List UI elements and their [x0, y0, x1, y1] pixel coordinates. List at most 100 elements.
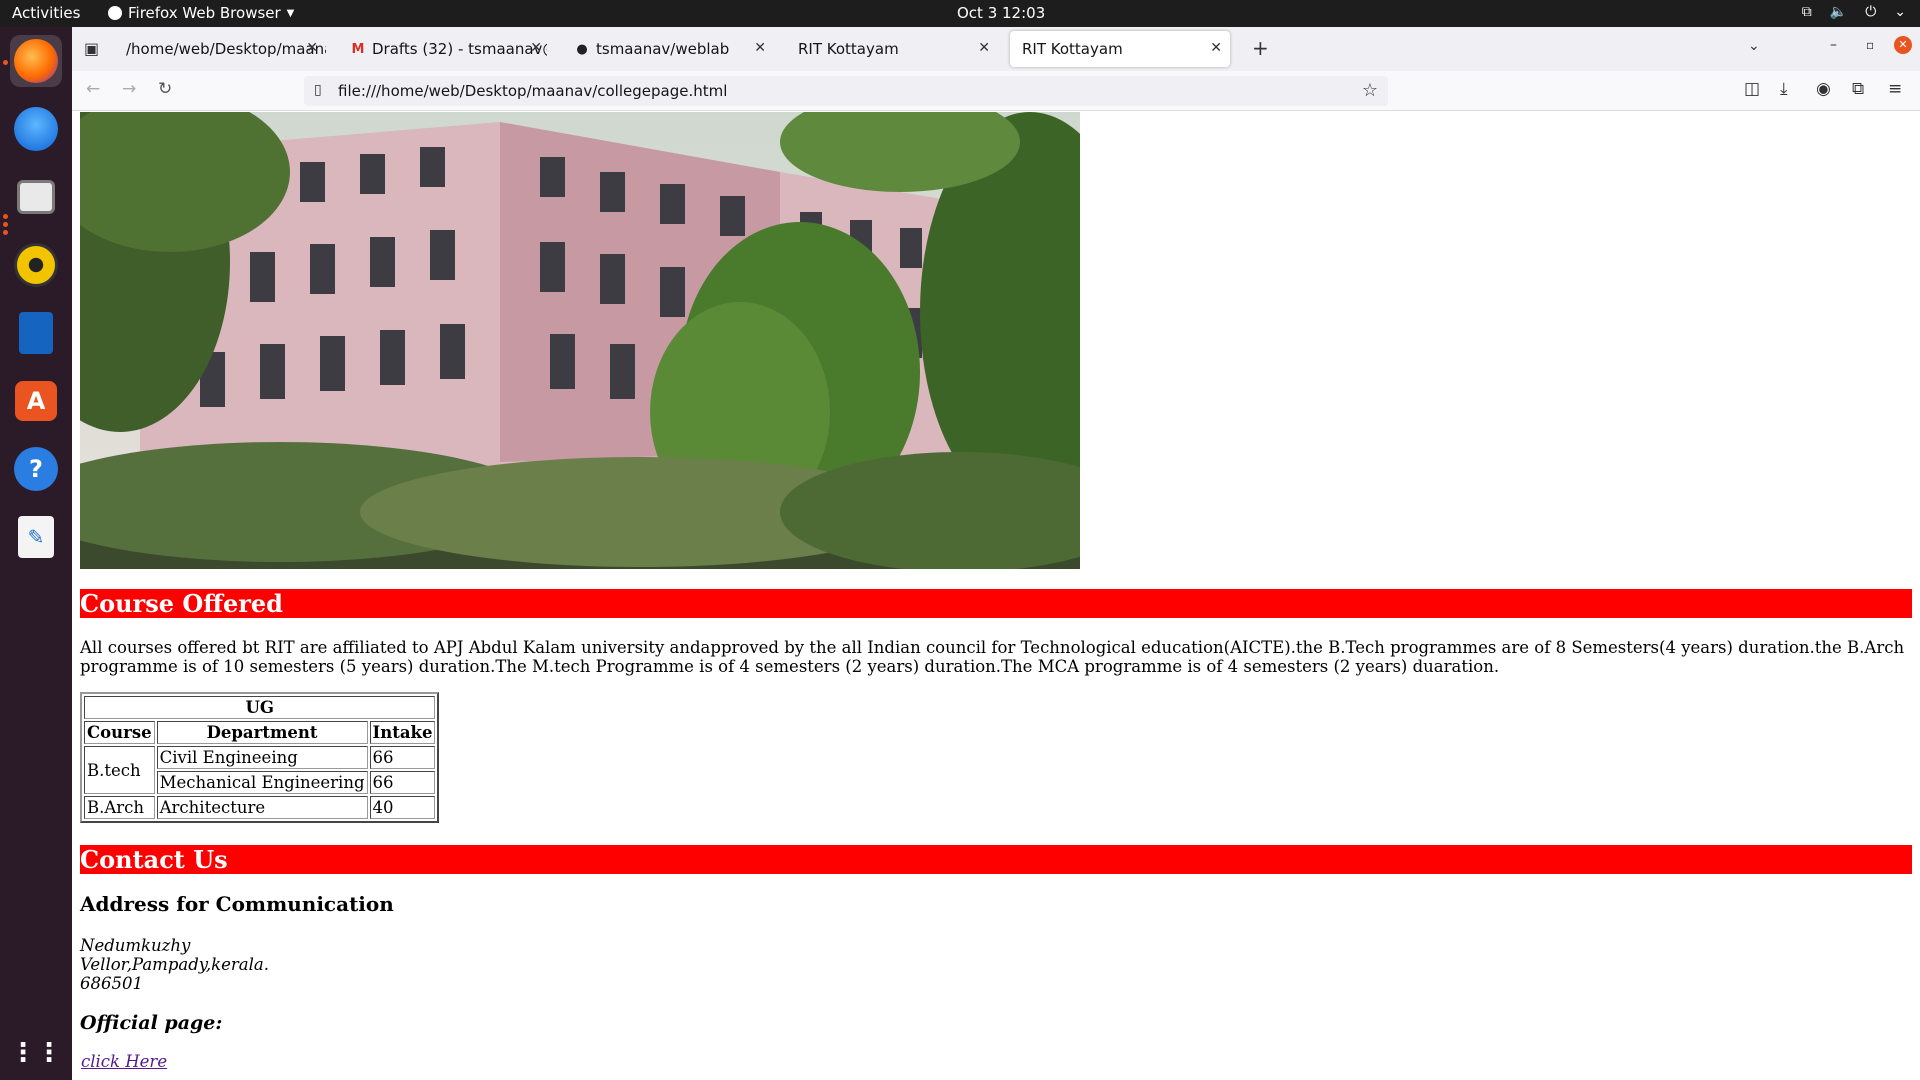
network-icon: ⧉	[1801, 4, 1812, 20]
dock-rhythmbox[interactable]	[10, 239, 62, 291]
address-title: Address for Communication	[80, 892, 394, 916]
github-icon: ●	[576, 41, 588, 57]
dock: A ? ✎ ⋮⋮	[0, 27, 72, 1080]
back-arrow-icon[interactable]: ←	[86, 79, 100, 99]
gnome-top-bar: Activities Firefox Web Browser ▼ Oct 3 1…	[0, 0, 1920, 27]
tab-1[interactable]: /home/web/Desktop/maanav/ ✕	[114, 31, 326, 67]
clock[interactable]: Oct 3 12:03	[957, 4, 1045, 22]
thunderbird-icon	[14, 107, 58, 151]
new-tab-icon[interactable]: +	[1252, 36, 1269, 60]
tab-label: RIT Kottayam	[1022, 40, 1123, 58]
running-indicator	[3, 222, 8, 227]
power-icon: ⏻	[1865, 4, 1877, 20]
writer-icon	[19, 312, 53, 354]
tab-label: RIT Kottayam	[798, 40, 899, 58]
show-apps-button[interactable]: ⋮⋮	[10, 1027, 62, 1079]
column-header-course: Course	[84, 721, 155, 744]
close-icon[interactable]: ✕	[1210, 40, 1222, 56]
table-caption: UG	[84, 696, 436, 719]
forward-arrow-icon[interactable]: →	[122, 79, 136, 99]
app-center-icon: A	[15, 381, 57, 421]
tab-overflow-chevron-icon[interactable]: ⌄	[1748, 38, 1760, 54]
files-icon	[17, 180, 55, 214]
minimize-icon[interactable]: –	[1830, 37, 1837, 53]
contact-us-heading: Contact Us	[80, 845, 1912, 874]
department-cell: Civil Engineeing	[156, 746, 368, 769]
course-cell: B.Arch	[84, 796, 155, 819]
intake-cell: 40	[369, 796, 436, 819]
close-icon[interactable]: ✕	[306, 40, 318, 56]
running-indicator	[3, 214, 8, 219]
restore-icon[interactable]: ▫	[1866, 38, 1874, 52]
account-icon[interactable]: ◉	[1816, 79, 1831, 99]
table-header-row: Course Department Intake	[84, 721, 436, 744]
dock-thunderbird[interactable]	[10, 103, 62, 155]
navigation-toolbar: ← → ↻ ▯ file:///home/web/Desktop/maanav/…	[72, 71, 1920, 111]
system-tray[interactable]: ⧉ 🔈 ⏻ ⌄	[1802, 4, 1906, 20]
hamburger-menu-icon[interactable]: ≡	[1888, 79, 1902, 99]
course-description: All courses offered bt RIT are affiliate…	[80, 638, 1905, 676]
tab-label: Drafts (32) - tsmaanav@gm	[372, 40, 547, 58]
intake-cell: 66	[369, 771, 436, 794]
close-icon[interactable]: ✕	[530, 40, 542, 56]
app-menu-label: Firefox Web Browser	[128, 4, 281, 22]
pocket-icon[interactable]: ◫	[1744, 79, 1760, 99]
department-cell: Architecture	[156, 796, 368, 819]
column-header-department: Department	[156, 721, 368, 744]
list-all-tabs-icon[interactable]: ▣	[84, 39, 99, 58]
extensions-icon[interactable]: ⧉	[1852, 79, 1864, 99]
page-content: Course Offered All courses offered bt RI…	[72, 111, 1920, 1080]
firefox-icon	[14, 39, 58, 83]
dock-files[interactable]	[10, 171, 62, 223]
intake-cell: 66	[369, 746, 436, 769]
reload-icon[interactable]: ↻	[158, 79, 172, 99]
dock-text-editor[interactable]: ✎	[10, 511, 62, 563]
official-page-title: Official page:	[80, 1012, 223, 1034]
address-line: 686501	[80, 974, 143, 993]
campus-building-image	[80, 112, 1080, 569]
official-page-link[interactable]: click Here	[81, 1052, 167, 1071]
url-text[interactable]: file:///home/web/Desktop/maanav/collegep…	[338, 82, 727, 100]
close-icon[interactable]: ✕	[978, 40, 990, 56]
firefox-small-icon	[108, 6, 122, 20]
volume-icon: 🔈	[1829, 4, 1848, 20]
course-cell: B.tech	[84, 746, 155, 794]
course-table: UG Course Department Intake B.tech Civil…	[80, 692, 440, 823]
tab-label: tsmaanav/weblab	[596, 40, 730, 58]
url-bar[interactable]: ▯ file:///home/web/Desktop/maanav/colleg…	[304, 76, 1388, 106]
tab-3[interactable]: ● tsmaanav/weblab ✕	[562, 31, 774, 67]
tab-bar: ▣ /home/web/Desktop/maanav/ ✕ M Drafts (…	[72, 27, 1920, 71]
dock-app-center[interactable]: A	[10, 375, 62, 427]
dock-writer[interactable]	[10, 307, 62, 359]
course-offered-heading: Course Offered	[80, 589, 1912, 618]
dock-firefox[interactable]	[10, 35, 62, 87]
page-icon: ▯	[314, 82, 322, 98]
tab-2[interactable]: M Drafts (32) - tsmaanav@gm ✕	[338, 31, 550, 67]
close-icon[interactable]: ✕	[754, 40, 766, 56]
downloads-icon[interactable]: ⤓	[1780, 79, 1788, 99]
running-indicator	[3, 60, 8, 65]
rhythmbox-icon	[14, 243, 58, 287]
show-apps-icon: ⋮⋮	[10, 1038, 62, 1068]
address-line: Vellor,Pampady,kerala.	[80, 955, 270, 974]
close-window-icon[interactable]: ✕	[1894, 36, 1912, 54]
activities-button[interactable]: Activities	[12, 4, 80, 22]
tab-4[interactable]: RIT Kottayam ✕	[786, 31, 998, 67]
dock-help[interactable]: ?	[10, 443, 62, 495]
gmail-icon: M	[351, 41, 365, 57]
tab-label: /home/web/Desktop/maanav/	[126, 40, 326, 58]
help-icon: ?	[14, 447, 58, 491]
table-row: B.Arch Architecture 40	[84, 796, 436, 819]
department-cell: Mechanical Engineering	[156, 771, 368, 794]
bookmark-star-icon[interactable]: ☆	[1362, 80, 1378, 101]
running-indicator	[3, 230, 8, 235]
app-menu[interactable]: Firefox Web Browser ▼	[108, 4, 294, 22]
address-line: Nedumkuzhy	[80, 936, 191, 955]
tab-5-selected[interactable]: RIT Kottayam ✕	[1010, 31, 1230, 67]
table-caption-row: UG	[84, 696, 436, 719]
column-header-intake: Intake	[369, 721, 436, 744]
text-editor-icon: ✎	[18, 516, 54, 558]
caret-down-icon: ▼	[286, 7, 295, 19]
address-block: Nedumkuzhy Vellor,Pampady,kerala. 686501	[80, 936, 269, 993]
chevron-down-icon: ⌄	[1894, 4, 1906, 20]
